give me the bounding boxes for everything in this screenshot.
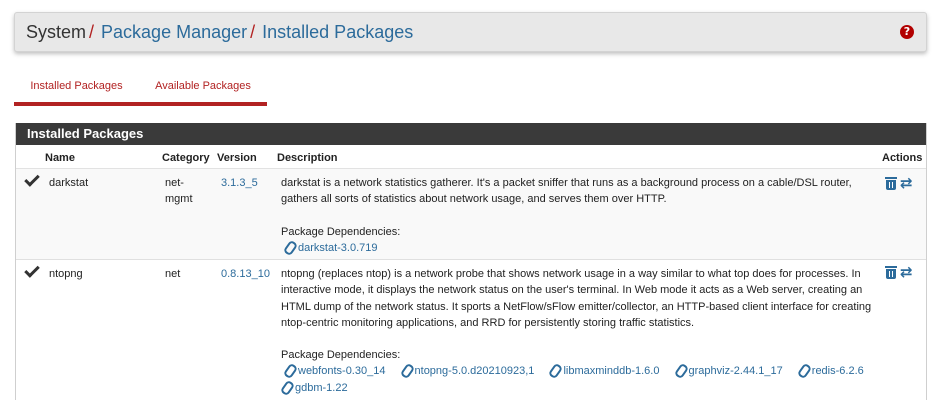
breadcrumb-system: System [26,21,87,42]
package-name: darkstat [49,177,89,189]
description-text: ntopng (replaces ntop) is a network prob… [281,268,872,329]
table-row: ntopng net 0.8.13_10 ntopng (replaces nt… [16,260,926,400]
column-header-actions: Actions [882,152,923,164]
tab-available-packages[interactable]: Available Packages [139,70,267,106]
dependency-link[interactable]: redis-6.2.6 [798,365,864,377]
breadcrumb-separator: / [250,21,256,42]
row-actions: ⇄ [885,176,913,191]
question-circle-icon[interactable]: ? [900,25,914,39]
dependency-link[interactable]: gdbm-1.22 [281,382,348,394]
column-header-name: Name [45,152,75,164]
table-header: Name Category Version Description Action… [16,145,926,169]
retweet-icon[interactable]: ⇄ [900,265,913,280]
paperclip-icon [798,364,808,375]
package-description: ntopng (replaces ntop) is a network prob… [281,266,876,396]
check-icon [24,171,40,187]
dependency-link[interactable]: ntopng-5.0.d20210923,1 [401,365,535,377]
breadcrumb-bar: System / Package Manager / Installed Pac… [14,12,927,52]
description-text: darkstat is a network statistics gathere… [281,177,852,206]
dependency-link[interactable]: libmaxminddb-1.6.0 [549,365,659,377]
dependency-link[interactable]: graphviz-2.44.1_17 [675,365,783,377]
dependency-link[interactable]: darkstat-3.0.719 [284,242,378,254]
tab-installed-packages[interactable]: Installed Packages [14,70,139,106]
breadcrumb-separator: / [89,21,95,42]
paperclip-icon [675,364,685,375]
paperclip-icon [281,381,291,392]
paperclip-icon [549,364,559,375]
row-actions: ⇄ [885,265,913,280]
package-description: darkstat is a network statistics gathere… [281,175,876,256]
panel-title: Installed Packages [16,123,926,145]
dependencies-label: Package Dependencies: [281,349,401,362]
column-header-version: Version [217,152,257,164]
breadcrumb-package-manager[interactable]: Package Manager [101,22,247,43]
column-header-description: Description [277,152,338,164]
package-name: ntopng [49,268,83,280]
dependencies-list: webfonts-0.30_14 ntopng-5.0.d20210923,1 … [281,363,876,396]
trash-icon[interactable] [885,177,897,190]
dependency-link[interactable]: webfonts-0.30_14 [284,365,385,377]
installed-packages-panel: Installed Packages Name Category Version… [15,123,927,400]
dependencies-label: Package Dependencies: [281,225,401,238]
package-tabs: Installed Packages Available Packages [14,70,267,106]
package-category: net-mgmt [165,177,193,205]
trash-icon[interactable] [885,266,897,279]
paperclip-icon [284,241,294,252]
package-version[interactable]: 0.8.13_10 [221,266,270,282]
paperclip-icon [284,364,294,375]
paperclip-icon [401,364,411,375]
check-icon [24,262,40,278]
dependencies-list: darkstat-3.0.719 [281,240,876,256]
table-row: darkstat net-mgmt 3.1.3_5 darkstat is a … [16,169,926,260]
package-category: net [165,268,181,280]
retweet-icon[interactable]: ⇄ [900,176,913,191]
breadcrumb-installed-packages[interactable]: Installed Packages [262,22,413,43]
package-version[interactable]: 3.1.3_5 [221,175,258,191]
column-header-category: Category [162,152,210,164]
